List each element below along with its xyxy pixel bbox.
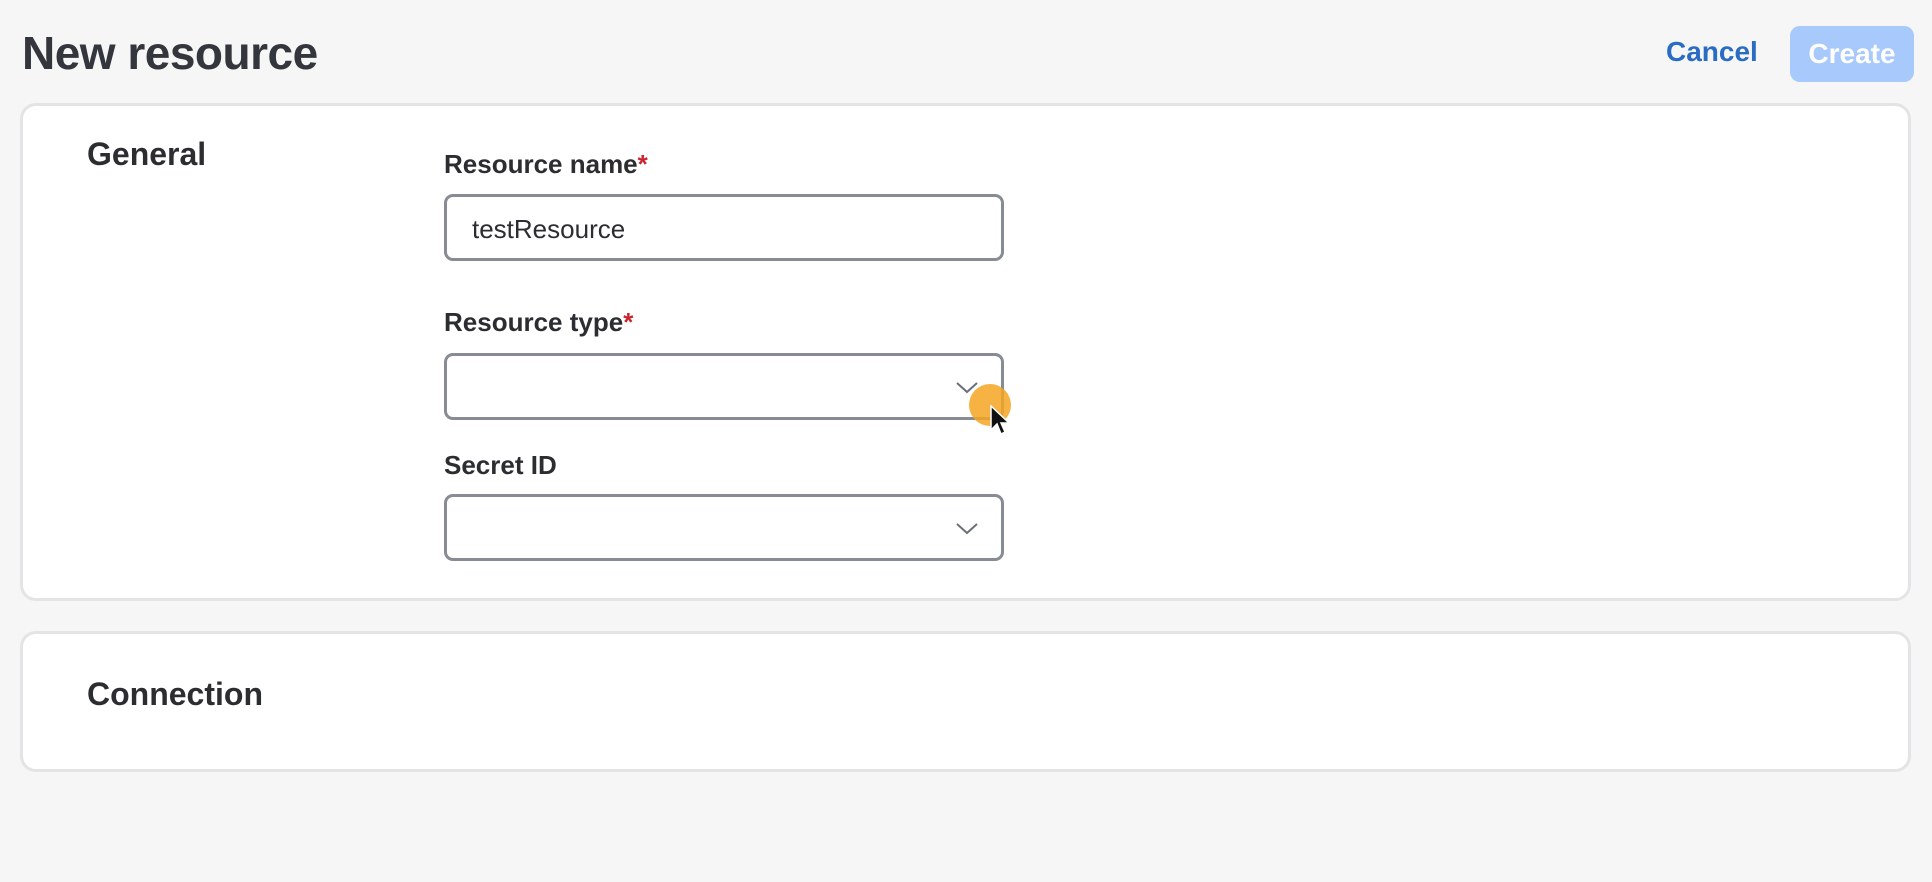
- chevron-down-icon: [956, 523, 978, 535]
- required-mark: *: [623, 307, 634, 337]
- connection-heading: Connection: [87, 676, 263, 712]
- general-section: General Resource name* testResource Reso…: [20, 103, 1911, 601]
- resource-name-input[interactable]: testResource: [444, 194, 1004, 261]
- general-heading: General: [87, 136, 207, 172]
- create-button[interactable]: Create: [1790, 26, 1914, 82]
- page-title: New resource: [22, 27, 318, 79]
- connection-section: Connection: [20, 631, 1911, 772]
- mouse-cursor-icon: [990, 405, 1011, 436]
- cancel-button[interactable]: Cancel: [1666, 36, 1758, 68]
- resource-type-select[interactable]: [444, 353, 1004, 420]
- secret-id-label: Secret ID: [444, 450, 557, 480]
- secret-id-select[interactable]: [444, 494, 1004, 561]
- resource-name-value: testResource: [472, 214, 626, 244]
- resource-name-label: Resource name*: [444, 149, 648, 179]
- resource-type-label: Resource type*: [444, 307, 634, 337]
- required-mark: *: [637, 149, 648, 179]
